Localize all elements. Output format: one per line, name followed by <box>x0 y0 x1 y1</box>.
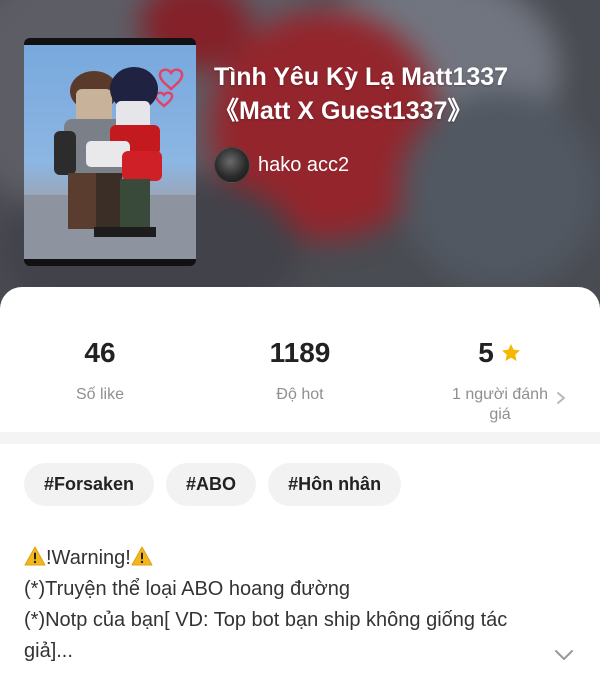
hot-count: 1189 <box>269 337 331 368</box>
stat-hot: 1189 Độ hot <box>200 335 400 405</box>
story-cover-image[interactable] <box>24 38 196 266</box>
section-divider <box>0 432 600 444</box>
story-info-card: 46 Số like 1189 Độ hot 5 1 người đánh gi… <box>0 287 600 691</box>
tag-list: #Forsaken #ABO #Hôn nhân <box>24 463 402 506</box>
description-warning-line: !Warning! <box>24 543 544 574</box>
stats-row: 46 Số like 1189 Độ hot 5 1 người đánh gi… <box>0 287 600 432</box>
hot-label: Độ hot <box>276 386 324 403</box>
likes-label: Số like <box>75 386 125 403</box>
cover-illustration <box>24 67 196 259</box>
description-line: (*)Truyện thể loại ABO hoang đường <box>24 578 350 600</box>
rating-value-wrap: 5 <box>478 335 522 371</box>
description-line: giả]... <box>24 640 73 662</box>
rating-count-label: 1 người đánh giá <box>452 386 548 423</box>
story-title: Tình Yêu Kỳ Lạ Matt1337 《Matt X Guest133… <box>214 60 584 128</box>
story-title-line-2: 《Matt X Guest1337》 <box>214 97 473 125</box>
likes-count: 46 <box>84 337 116 368</box>
stat-rating[interactable]: 5 1 người đánh giá <box>400 335 600 425</box>
story-title-line-1: Tình Yêu Kỳ Lạ Matt1337 <box>214 63 509 91</box>
story-description[interactable]: !Warning! (*)Truyện thể loại ABO hoang đ… <box>24 543 544 667</box>
tag-chip[interactable]: #Forsaken <box>24 463 155 506</box>
warning-icon <box>24 546 46 566</box>
star-icon <box>501 344 520 361</box>
tag-chip[interactable]: #Hôn nhân <box>268 463 402 506</box>
author-link[interactable]: hako acc2 <box>214 147 349 183</box>
author-name[interactable]: hako acc2 <box>258 154 349 177</box>
chevron-right-icon[interactable] <box>554 391 568 405</box>
expand-chevron-down-icon[interactable] <box>553 648 575 662</box>
warning-icon <box>131 546 153 566</box>
warning-text: !Warning! <box>46 547 131 569</box>
stat-likes: 46 Số like <box>0 335 200 405</box>
rating-value: 5 <box>478 337 494 368</box>
tag-chip[interactable]: #ABO <box>166 463 257 506</box>
author-avatar[interactable] <box>214 147 250 183</box>
description-line: (*)Notp của bạn[ VD: Top bot bạn ship kh… <box>24 609 508 631</box>
story-header: Tình Yêu Kỳ Lạ Matt1337 《Matt X Guest133… <box>0 0 600 310</box>
